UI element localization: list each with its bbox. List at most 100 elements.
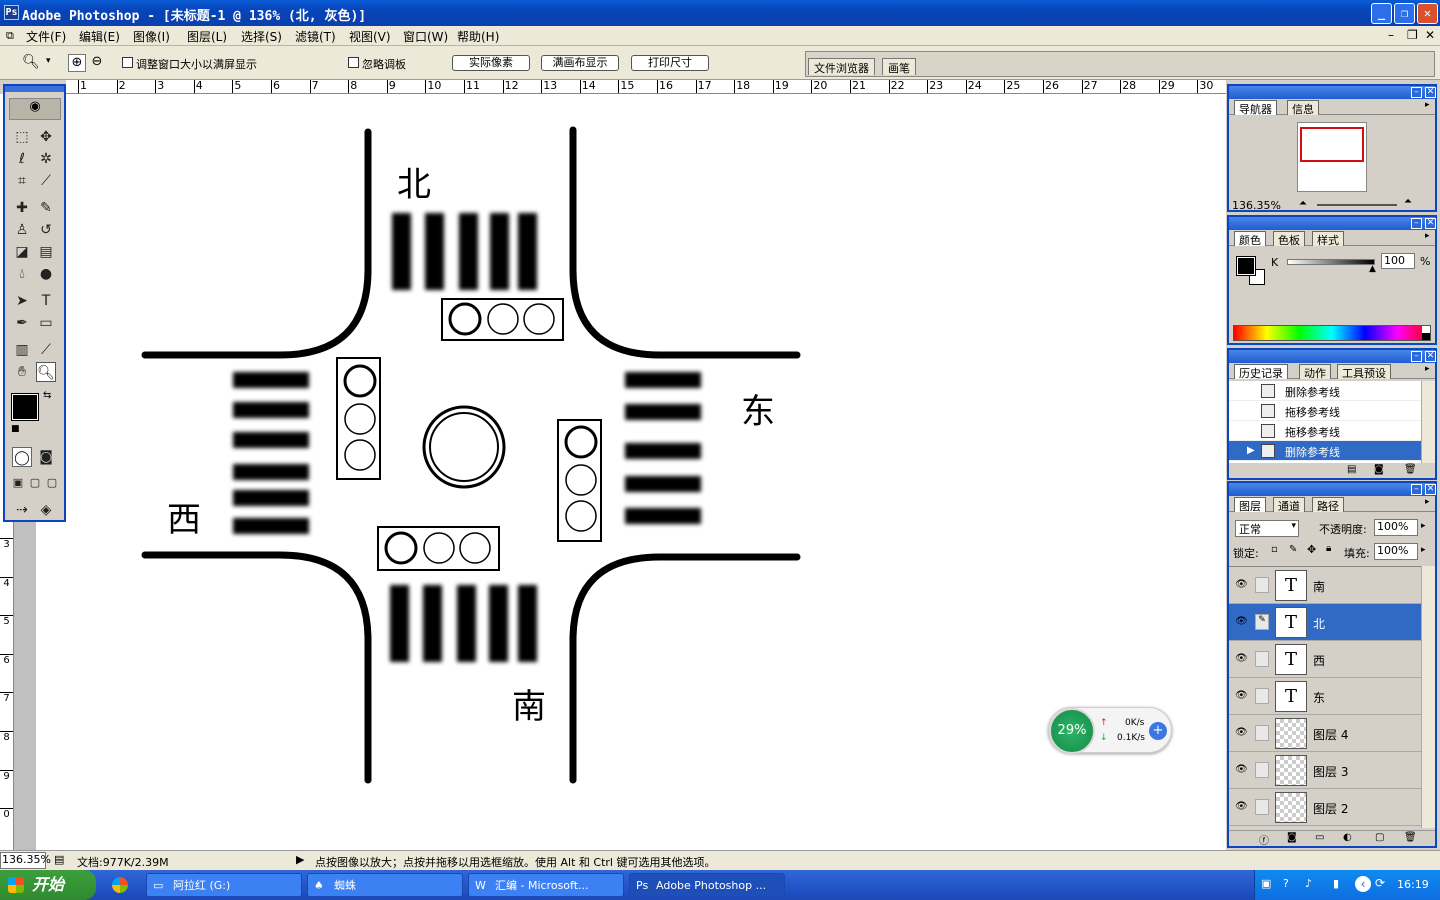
history-item[interactable]: 删除参考线 bbox=[1229, 381, 1421, 401]
panel-menu-icon[interactable]: ▸ bbox=[1425, 100, 1430, 110]
layer-row[interactable]: 👁︎ 图层 2 bbox=[1229, 789, 1421, 826]
hand-tool-icon[interactable]: ✋︎ bbox=[12, 362, 32, 382]
zoom-out-icon[interactable]: ⊖ bbox=[88, 54, 106, 72]
history-item[interactable]: 拖移参考线 bbox=[1229, 401, 1421, 421]
close-button[interactable]: ✕ bbox=[1417, 3, 1438, 24]
task-explorer[interactable]: ▭ 阿拉红 (G:) bbox=[146, 873, 302, 897]
history-scrollbar[interactable] bbox=[1421, 381, 1435, 463]
gradient-tool-icon[interactable]: ▤ bbox=[36, 242, 56, 262]
eraser-tool-icon[interactable]: ◪ bbox=[12, 242, 32, 262]
blur-tool-icon[interactable]: 💧︎ bbox=[12, 264, 32, 284]
clone-stamp-tool-icon[interactable]: ♙ bbox=[12, 220, 32, 240]
link-cell[interactable] bbox=[1255, 577, 1269, 593]
tab-info[interactable]: 信息 bbox=[1287, 100, 1319, 116]
menu-view[interactable]: 视图(V) bbox=[349, 28, 391, 45]
eye-icon[interactable]: 👁︎ bbox=[1235, 801, 1248, 812]
navigator-thumbnail[interactable] bbox=[1297, 122, 1367, 192]
tab-history[interactable]: 历史记录 bbox=[1234, 364, 1288, 380]
volume-icon[interactable]: ♪ bbox=[1305, 877, 1312, 890]
navigator-panel-header[interactable]: – ✕ bbox=[1229, 86, 1436, 99]
swap-colors-icon[interactable]: ⇆ bbox=[43, 390, 51, 401]
layer-row[interactable]: 👁︎ 图层 4 bbox=[1229, 715, 1421, 752]
link-cell[interactable] bbox=[1255, 725, 1269, 741]
zoom-in-icon[interactable]: ⊕ bbox=[68, 54, 86, 72]
tab-file-browser[interactable]: 文件浏览器 bbox=[808, 58, 875, 75]
lasso-tool-icon[interactable]: ℓ bbox=[12, 149, 32, 169]
trash-icon[interactable]: 🗑︎ bbox=[1404, 832, 1417, 843]
chevron-down-icon[interactable]: ▾ bbox=[46, 56, 51, 66]
zoom-tool-preset-icon[interactable]: 🔍︎ bbox=[22, 54, 40, 70]
fit-on-screen-button[interactable]: 满画布显示 bbox=[541, 55, 619, 71]
adobe-online-icon[interactable]: ◉ bbox=[9, 98, 61, 120]
help-icon[interactable]: ? bbox=[1283, 877, 1289, 890]
menu-help[interactable]: 帮助(H) bbox=[457, 28, 499, 45]
menu-file[interactable]: 文件(F) bbox=[26, 28, 66, 45]
menu-edit[interactable]: 编辑(E) bbox=[79, 28, 120, 45]
layer-row[interactable]: 👁︎ T 南 bbox=[1229, 567, 1421, 604]
tab-color[interactable]: 颜色 bbox=[1234, 231, 1266, 247]
memory-percent-badge[interactable]: 29% bbox=[1049, 708, 1095, 754]
panel-menu-icon[interactable]: ▸ bbox=[1425, 231, 1430, 241]
lock-transparency-icon[interactable]: ▫ bbox=[1271, 544, 1278, 555]
actual-pixels-button[interactable]: 实际像素 bbox=[452, 55, 530, 71]
new-snapshot-icon[interactable]: ◙ bbox=[1374, 464, 1384, 475]
jump-to-imageready-icon[interactable]: ⇢ bbox=[12, 500, 32, 520]
task-spider[interactable]: ♠ 蜘蛛 bbox=[307, 873, 463, 897]
healing-brush-tool-icon[interactable]: ✚ bbox=[12, 198, 32, 218]
brush-tool-icon[interactable]: ✎ bbox=[36, 198, 56, 218]
link-cell[interactable] bbox=[1255, 688, 1269, 704]
lock-position-icon[interactable]: ✥ bbox=[1307, 543, 1316, 556]
doc-close-button[interactable]: ✕ bbox=[1425, 28, 1435, 42]
navigator-zoom-value[interactable]: 136.35% bbox=[1232, 199, 1281, 212]
k-slider-handle-icon[interactable]: ▲ bbox=[1369, 264, 1376, 274]
fill-arrow-icon[interactable]: ▸ bbox=[1421, 545, 1426, 555]
layer-style-icon[interactable]: ⓕ bbox=[1259, 832, 1269, 847]
layer-row[interactable]: 👁︎ T 西 bbox=[1229, 641, 1421, 678]
slice-tool-icon[interactable]: ⟋ bbox=[36, 171, 56, 191]
doc-minimize-button[interactable]: – bbox=[1388, 28, 1394, 42]
tab-brushes[interactable]: 画笔 bbox=[882, 58, 916, 75]
eye-icon[interactable]: 👁︎ bbox=[1235, 690, 1248, 701]
lock-all-icon[interactable]: 🔒︎ bbox=[1326, 543, 1331, 554]
opacity-input[interactable]: 100% bbox=[1374, 519, 1418, 536]
add-icon[interactable]: + bbox=[1149, 722, 1167, 740]
eye-icon[interactable]: 👁︎ bbox=[1235, 653, 1248, 664]
foreground-color-swatch[interactable] bbox=[11, 393, 39, 421]
tab-styles[interactable]: 样式 bbox=[1312, 231, 1344, 247]
resize-window-checkbox[interactable] bbox=[122, 57, 133, 68]
history-brush-tool-icon[interactable]: ↺ bbox=[36, 220, 56, 240]
link-cell[interactable] bbox=[1255, 762, 1269, 778]
adjustment-layer-icon[interactable]: ◐ bbox=[1343, 832, 1352, 843]
fill-input[interactable]: 100% bbox=[1374, 543, 1418, 560]
layer-row-selected[interactable]: 👁︎ ✎ T 北 bbox=[1229, 604, 1421, 641]
path-selection-tool-icon[interactable]: ➤ bbox=[12, 291, 32, 311]
rectangle-tool-icon[interactable]: ▭ bbox=[36, 313, 56, 333]
imageready-icon[interactable]: ◈ bbox=[36, 500, 56, 520]
eye-icon[interactable]: 👁︎ bbox=[1235, 727, 1248, 738]
tab-actions[interactable]: 动作 bbox=[1299, 364, 1331, 380]
move-tool-icon[interactable]: ✥ bbox=[36, 127, 56, 147]
doc-restore-button[interactable]: ❐ bbox=[1407, 28, 1418, 42]
type-tool-icon[interactable]: T bbox=[36, 291, 56, 311]
color-panel-header[interactable]: – ✕ bbox=[1229, 217, 1436, 230]
panel-menu-icon[interactable]: ▸ bbox=[1425, 497, 1430, 507]
new-group-icon[interactable]: ▭ bbox=[1315, 832, 1324, 843]
pen-tool-icon[interactable]: ✒ bbox=[12, 313, 32, 333]
menu-layer[interactable]: 图层(L) bbox=[187, 28, 227, 45]
zoom-in-small-icon[interactable]: ⏶ bbox=[1404, 196, 1412, 207]
document-canvas[interactable]: 北 南 东 西 bbox=[36, 94, 1226, 850]
crop-tool-icon[interactable]: ⌗ bbox=[12, 171, 32, 191]
standard-mode-icon[interactable]: ◯ bbox=[12, 447, 32, 467]
document-menu-icon[interactable]: ⧉ bbox=[6, 29, 14, 43]
battery-icon[interactable]: ▮ bbox=[1333, 877, 1339, 890]
history-panel-header[interactable]: – ✕ bbox=[1229, 350, 1436, 363]
default-colors-icon[interactable]: ■ bbox=[11, 424, 20, 434]
zoom-tool-icon[interactable]: 🔍︎ bbox=[36, 362, 56, 382]
color-spectrum-bar[interactable] bbox=[1233, 325, 1431, 341]
ignore-palettes-checkbox[interactable] bbox=[348, 57, 359, 68]
panel-menu-icon[interactable]: ▸ bbox=[1425, 364, 1430, 374]
tab-channels[interactable]: 通道 bbox=[1273, 497, 1305, 513]
new-layer-icon[interactable]: ▢ bbox=[1375, 832, 1384, 843]
chevron-left-icon[interactable]: ‹ bbox=[1355, 876, 1371, 892]
minimize-button[interactable]: _ bbox=[1371, 3, 1392, 24]
